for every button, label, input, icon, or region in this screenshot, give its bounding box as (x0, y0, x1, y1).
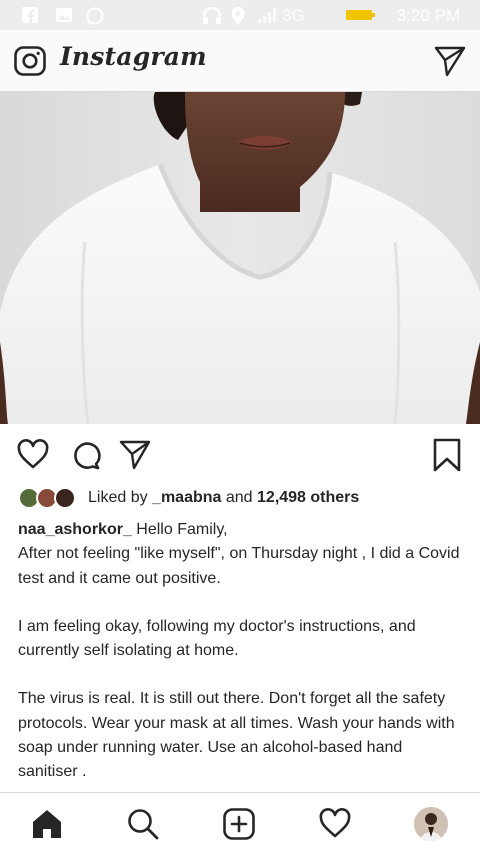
post-photo-illustration (0, 92, 480, 424)
profile-avatar[interactable] (414, 807, 448, 841)
instagram-logo[interactable]: Instagram (60, 42, 207, 71)
battery-icon (346, 10, 375, 20)
status-bar: 3G 3:20 PM (0, 0, 480, 30)
comment-icon[interactable] (68, 438, 102, 472)
avatar (54, 487, 76, 509)
bottom-nav (0, 792, 480, 854)
search-icon[interactable] (126, 807, 160, 841)
like-icon[interactable] (16, 438, 50, 472)
post-photo[interactable] (0, 92, 480, 424)
camera-icon[interactable] (14, 46, 46, 76)
caption-paragraph: After not feeling "like myself", on Thur… (18, 545, 460, 587)
app-header: Instagram (0, 30, 480, 92)
likes-row[interactable]: Liked by _maabna and 12,498 others (18, 486, 359, 510)
caption-paragraph: I am feeling okay, following my doctor's… (18, 617, 416, 660)
likes-count[interactable]: 12,498 others (257, 489, 359, 506)
caption-username[interactable]: naa_ashorkor_ (18, 521, 132, 538)
status-time: 3:20 PM (396, 6, 460, 25)
home-icon[interactable] (30, 807, 64, 841)
direct-message-icon[interactable] (434, 45, 466, 77)
caption-greeting: Hello Family, (136, 521, 228, 538)
post-caption: naa_ashorkor_ Hello Family, After not fee… (18, 518, 464, 785)
caption-paragraph: The virus is real. It is still out there… (18, 690, 455, 781)
activity-icon[interactable] (318, 807, 352, 841)
facebook-icon (22, 7, 38, 23)
headphones-icon (202, 7, 222, 24)
liker-avatars (18, 486, 80, 510)
liker-username[interactable]: _maabna (152, 489, 221, 506)
network-type: 3G (282, 6, 305, 25)
post-action-bar (0, 424, 480, 484)
new-post-icon[interactable] (222, 807, 256, 841)
share-icon[interactable] (118, 438, 152, 472)
profile-avatar-image (414, 807, 448, 841)
signal-icon (258, 8, 276, 23)
location-icon (231, 7, 245, 25)
likes-text: Liked by _maabna and 12,498 others (88, 489, 360, 506)
gallery-icon (56, 8, 72, 22)
save-icon[interactable] (430, 438, 464, 472)
whatsapp-icon (86, 7, 104, 25)
